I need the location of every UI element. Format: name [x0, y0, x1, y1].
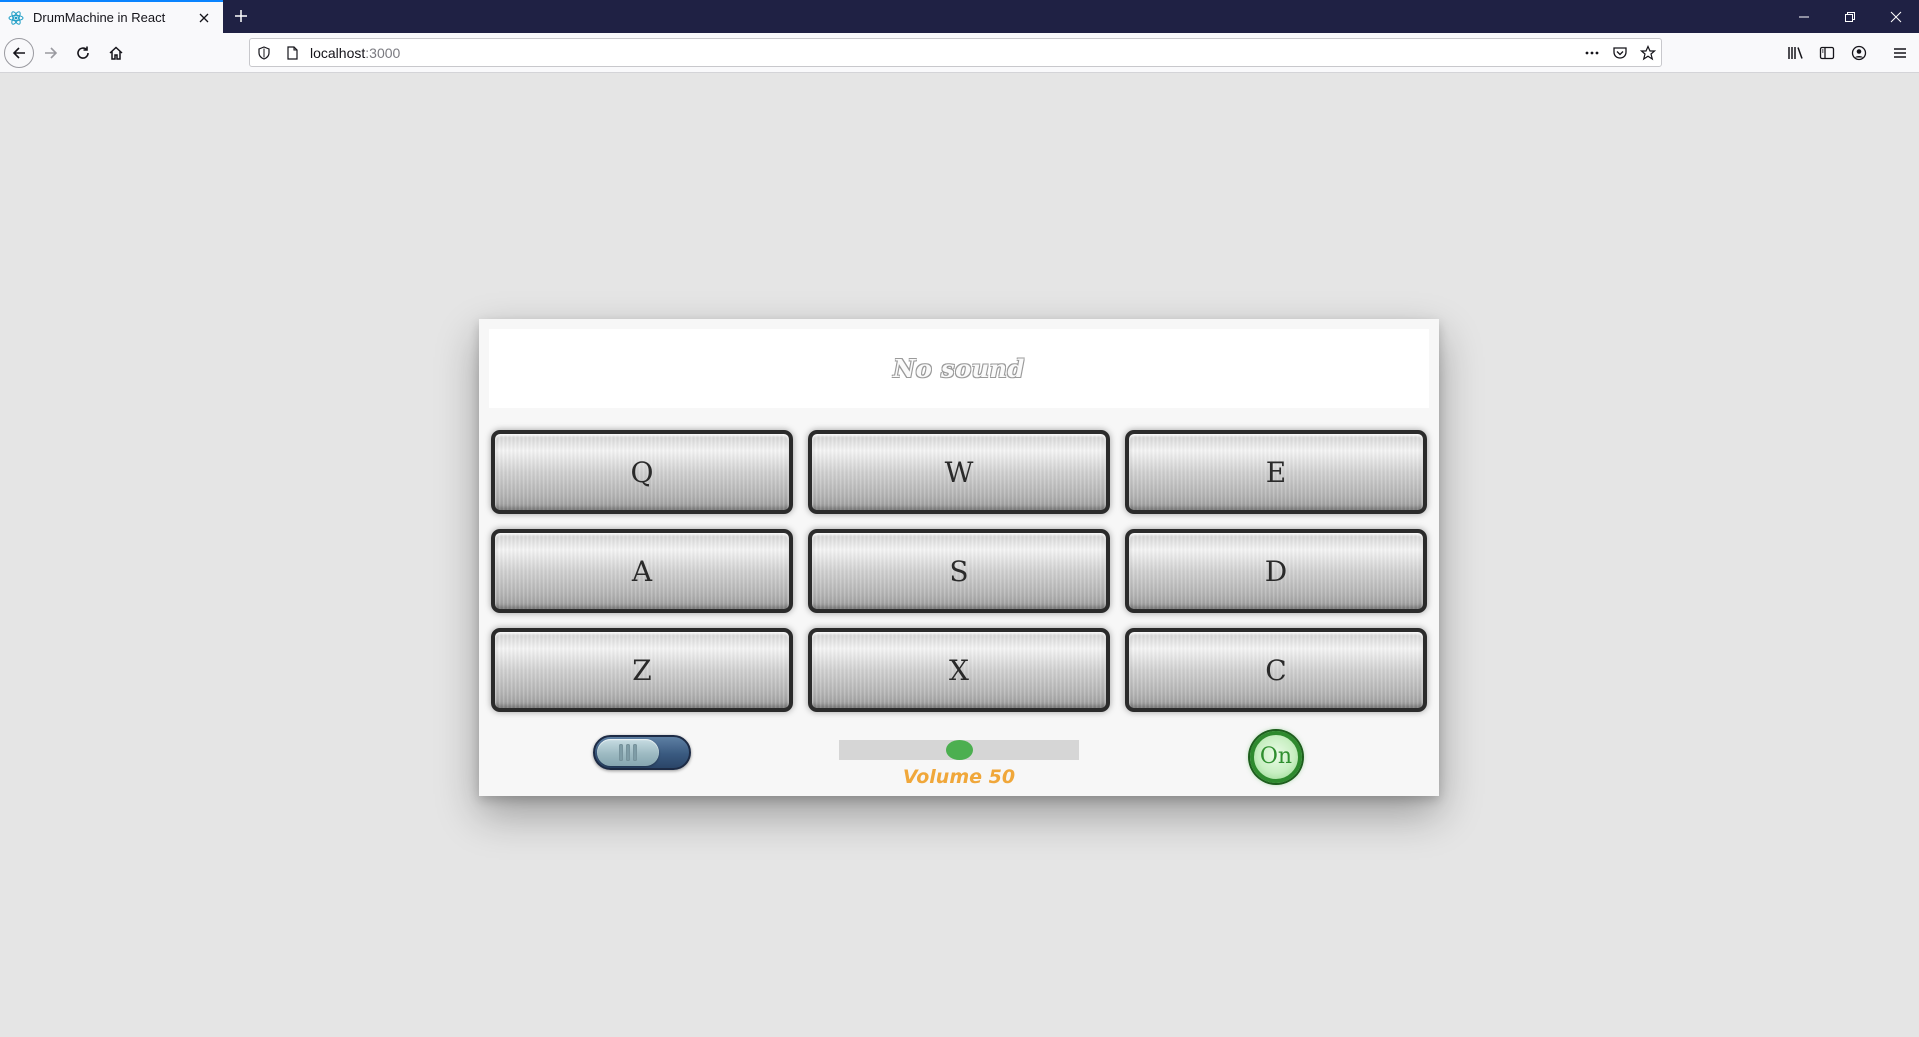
pad-label: Z: [632, 653, 652, 687]
volume-slider-thumb[interactable]: [945, 740, 973, 760]
controls-row: Volume 50 On: [479, 719, 1439, 796]
pocket-icon[interactable]: [1612, 45, 1628, 61]
bank-toggle-switch[interactable]: [593, 735, 691, 770]
drum-pad-e[interactable]: E: [1125, 430, 1427, 514]
toggle-knob[interactable]: [597, 739, 659, 766]
drum-pad-q[interactable]: Q: [491, 430, 793, 514]
volume-slider[interactable]: [839, 740, 1079, 760]
tab-strip: DrumMachine in React: [0, 0, 1919, 33]
page-icon[interactable]: [284, 45, 300, 61]
pad-grid: Q W E A S D Z X C: [491, 430, 1427, 714]
home-button[interactable]: [101, 38, 131, 68]
pad-label: E: [1265, 455, 1287, 489]
power-label: On: [1259, 744, 1293, 769]
account-icon[interactable]: [1850, 44, 1868, 62]
url-bar[interactable]: localhost:3000: [249, 38, 1662, 67]
drum-pad-a[interactable]: A: [491, 529, 793, 613]
display-text: No sound: [893, 354, 1025, 383]
drum-pad-z[interactable]: Z: [491, 628, 793, 712]
more-actions-icon[interactable]: [1584, 45, 1600, 61]
tab-active[interactable]: DrumMachine in React: [0, 0, 223, 33]
knob-grip-icon: [633, 744, 637, 761]
library-icon[interactable]: [1787, 44, 1805, 62]
pad-label: Q: [630, 455, 654, 489]
pad-label: S: [949, 554, 969, 588]
drum-pad-s[interactable]: S: [808, 529, 1110, 613]
sidebar-icon[interactable]: [1818, 44, 1836, 62]
pad-label: D: [1264, 554, 1288, 588]
new-tab-button[interactable]: [229, 4, 253, 28]
volume-label: Volume 50: [902, 766, 1016, 788]
minimize-icon[interactable]: [1781, 0, 1827, 33]
knob-grip-icon: [626, 744, 630, 761]
drum-pad-c[interactable]: C: [1125, 628, 1427, 712]
url-port: :3000: [365, 45, 401, 61]
close-icon[interactable]: [194, 8, 214, 28]
drum-pad-w[interactable]: W: [808, 430, 1110, 514]
window-close-icon[interactable]: [1873, 0, 1919, 33]
forward-button[interactable]: [36, 38, 66, 68]
reload-button[interactable]: [68, 38, 98, 68]
drum-pad-d[interactable]: D: [1125, 529, 1427, 613]
drum-pad-x[interactable]: X: [808, 628, 1110, 712]
drum-machine: No sound Q W E A S D Z X C Volume 50 On: [479, 319, 1439, 796]
menu-icon[interactable]: [1891, 44, 1909, 62]
nav-toolbar: localhost:3000: [0, 33, 1919, 73]
power-button[interactable]: On: [1250, 731, 1302, 783]
url-host: localhost: [310, 45, 366, 61]
back-button[interactable]: [4, 38, 34, 68]
react-logo-icon: [8, 10, 24, 26]
pad-label: C: [1265, 653, 1287, 687]
tab-title: DrumMachine in React: [33, 10, 166, 25]
pad-label: W: [944, 455, 974, 489]
url-text[interactable]: localhost:3000: [310, 45, 400, 61]
restore-icon[interactable]: [1827, 0, 1873, 33]
sound-display: No sound: [489, 329, 1429, 408]
knob-grip-icon: [619, 744, 623, 761]
pad-label: X: [949, 653, 969, 687]
shield-icon[interactable]: [256, 45, 272, 61]
pad-label: A: [631, 554, 653, 588]
bookmark-star-icon[interactable]: [1640, 45, 1656, 61]
